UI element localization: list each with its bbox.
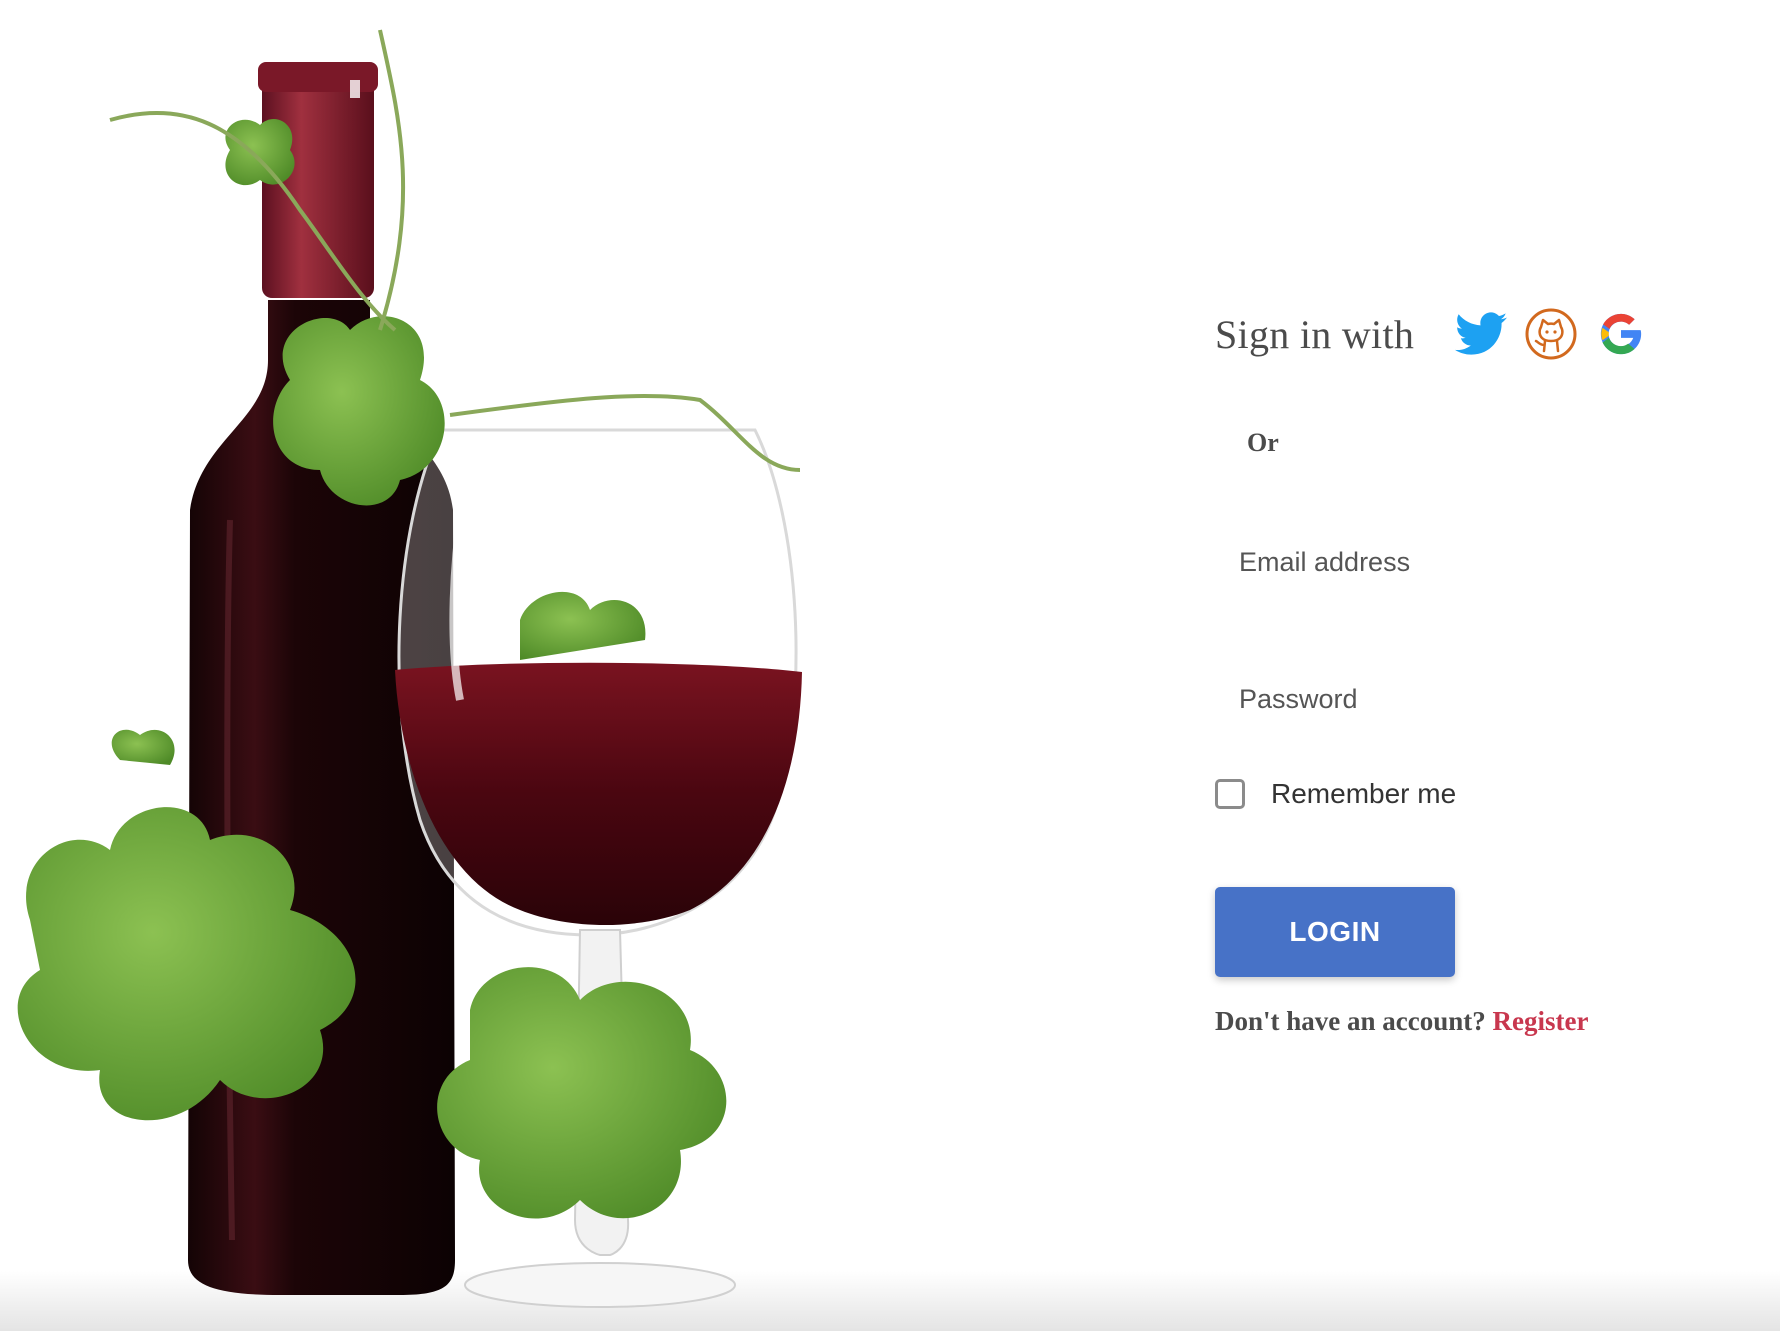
twitter-icon: [1455, 312, 1508, 355]
register-link[interactable]: Register: [1493, 1006, 1589, 1036]
remember-me-label: Remember me: [1271, 778, 1457, 809]
twitter-button[interactable]: [1452, 305, 1510, 363]
google-icon: [1601, 313, 1643, 355]
register-prompt-text: Don't have an account?: [1215, 1006, 1493, 1036]
remember-me-row: Remember me: [1215, 778, 1456, 810]
login-button[interactable]: LOGIN: [1215, 887, 1455, 977]
google-button[interactable]: [1592, 305, 1650, 363]
github-button[interactable]: [1522, 305, 1580, 363]
email-field[interactable]: [1215, 530, 1635, 594]
or-divider-label: Or: [1247, 428, 1279, 457]
register-prompt: Don't have an account? Register: [1215, 1006, 1588, 1037]
sign-in-with-row: Sign in with: [1215, 305, 1662, 363]
password-field[interactable]: [1215, 667, 1635, 731]
github-icon: [1525, 308, 1577, 360]
sign-in-with-label: Sign in with: [1215, 311, 1415, 357]
hero-image: [0, 0, 840, 1331]
remember-me-checkbox[interactable]: [1215, 779, 1245, 809]
